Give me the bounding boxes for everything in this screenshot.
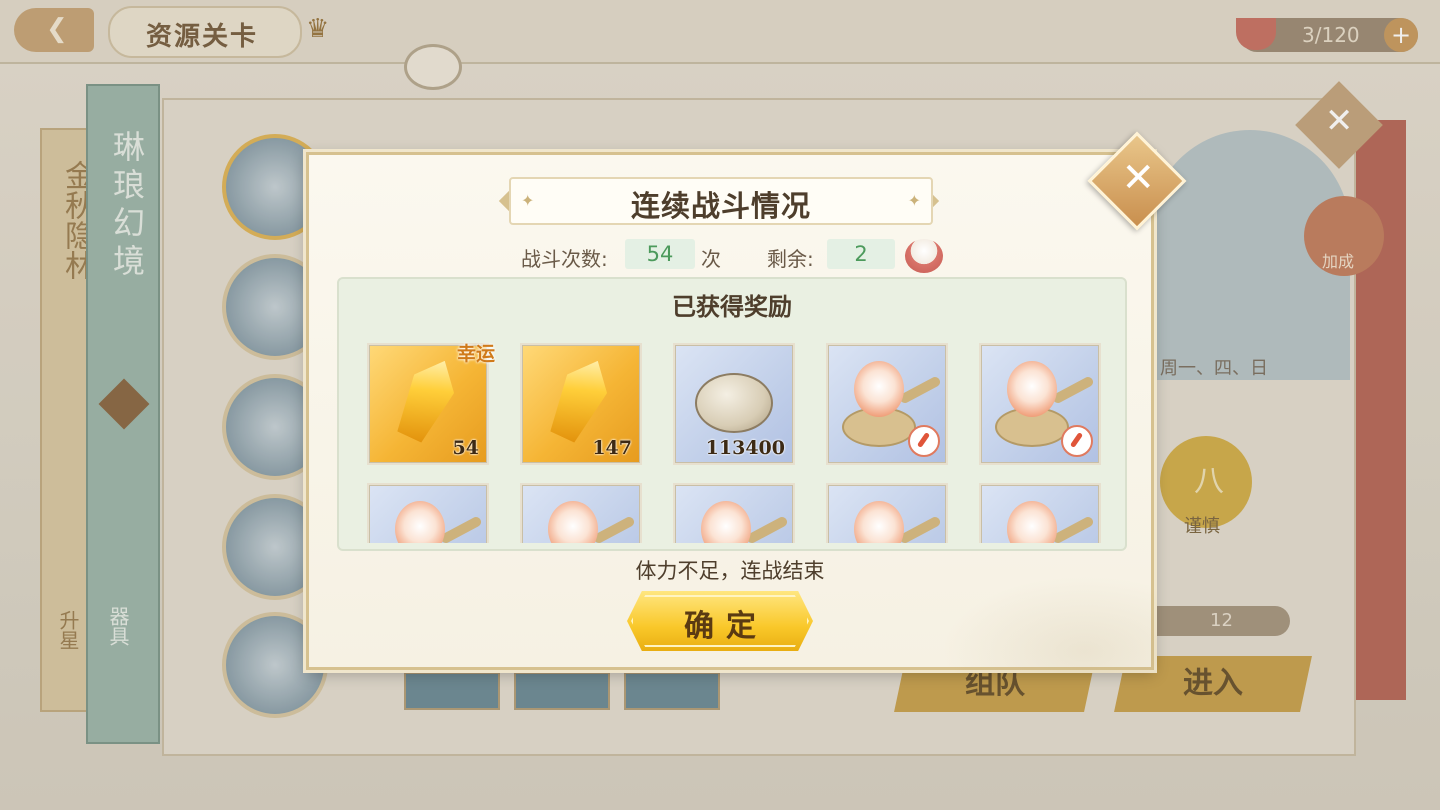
reward-item[interactable]: [826, 483, 948, 543]
confirm-button[interactable]: 确定: [627, 591, 813, 651]
confirm-button-label: 确定: [684, 609, 768, 644]
spirit-character-icon: [395, 501, 445, 543]
rewards-grid[interactable]: 54 幸运 147 113400: [339, 339, 1125, 543]
dialog-title-banner: ✦ 连续战斗情况 ✦: [509, 177, 933, 225]
reward-item[interactable]: [520, 483, 642, 543]
ingredient-badge-icon: [908, 425, 940, 457]
battle-count-label: 战斗次数:: [521, 247, 608, 271]
reward-quantity: 113400: [705, 437, 785, 459]
continuous-battle-dialog: ✦ 连续战斗情况 ✦ 战斗次数: 54 次 剩余: 2 已获得奖励 54 幸运 14…: [306, 152, 1157, 673]
end-message: 体力不足，连战结束: [635, 559, 825, 583]
reward-item[interactable]: [826, 343, 948, 465]
spirit-character-icon: [854, 501, 904, 543]
spoon-handle: [439, 515, 483, 543]
dialog-title: 连续战斗情况: [630, 189, 811, 223]
battle-count-value: 54: [625, 239, 695, 269]
reward-quantity: 147: [592, 437, 632, 459]
reward-item[interactable]: [673, 483, 795, 543]
reward-item[interactable]: 113400: [673, 343, 795, 465]
reward-item[interactable]: [979, 343, 1101, 465]
close-icon: ✕: [1121, 155, 1156, 202]
spirit-character-icon: [548, 501, 598, 543]
reward-item[interactable]: 147: [520, 343, 642, 465]
rice-bowl-icon: [905, 239, 943, 273]
reward-item[interactable]: [979, 483, 1101, 543]
sparkle-icon: ✦: [907, 191, 921, 210]
spoon-handle: [1051, 375, 1095, 405]
spoon-handle: [592, 515, 636, 543]
shell-coin-icon: [695, 373, 773, 433]
battle-count-unit: 次: [701, 247, 721, 271]
spirit-character-icon: [854, 361, 904, 417]
spoon-handle: [898, 375, 942, 405]
spirit-character-icon: [701, 501, 751, 543]
lucky-tag: 幸运: [456, 343, 495, 365]
reward-quantity: 54: [452, 437, 479, 459]
spoon-handle: [898, 515, 942, 543]
reward-item[interactable]: [367, 483, 489, 543]
reward-item[interactable]: 54 幸运: [367, 343, 495, 465]
remaining-label: 剩余:: [767, 247, 814, 271]
spoon-handle: [745, 515, 789, 543]
ingredient-badge-icon: [1061, 425, 1093, 457]
remaining-value: 2: [827, 239, 895, 269]
rewards-title: 已获得奖励: [672, 293, 792, 321]
spoon-handle: [1051, 515, 1095, 543]
rewards-panel: 已获得奖励 54 幸运 147 113400: [337, 277, 1127, 551]
gold-crystal-icon: [542, 352, 617, 447]
battle-stats: 战斗次数: 54 次 剩余: 2: [309, 239, 1151, 273]
spirit-character-icon: [1007, 501, 1057, 543]
spirit-character-icon: [1007, 361, 1057, 417]
gold-crystal-icon: [389, 352, 464, 447]
